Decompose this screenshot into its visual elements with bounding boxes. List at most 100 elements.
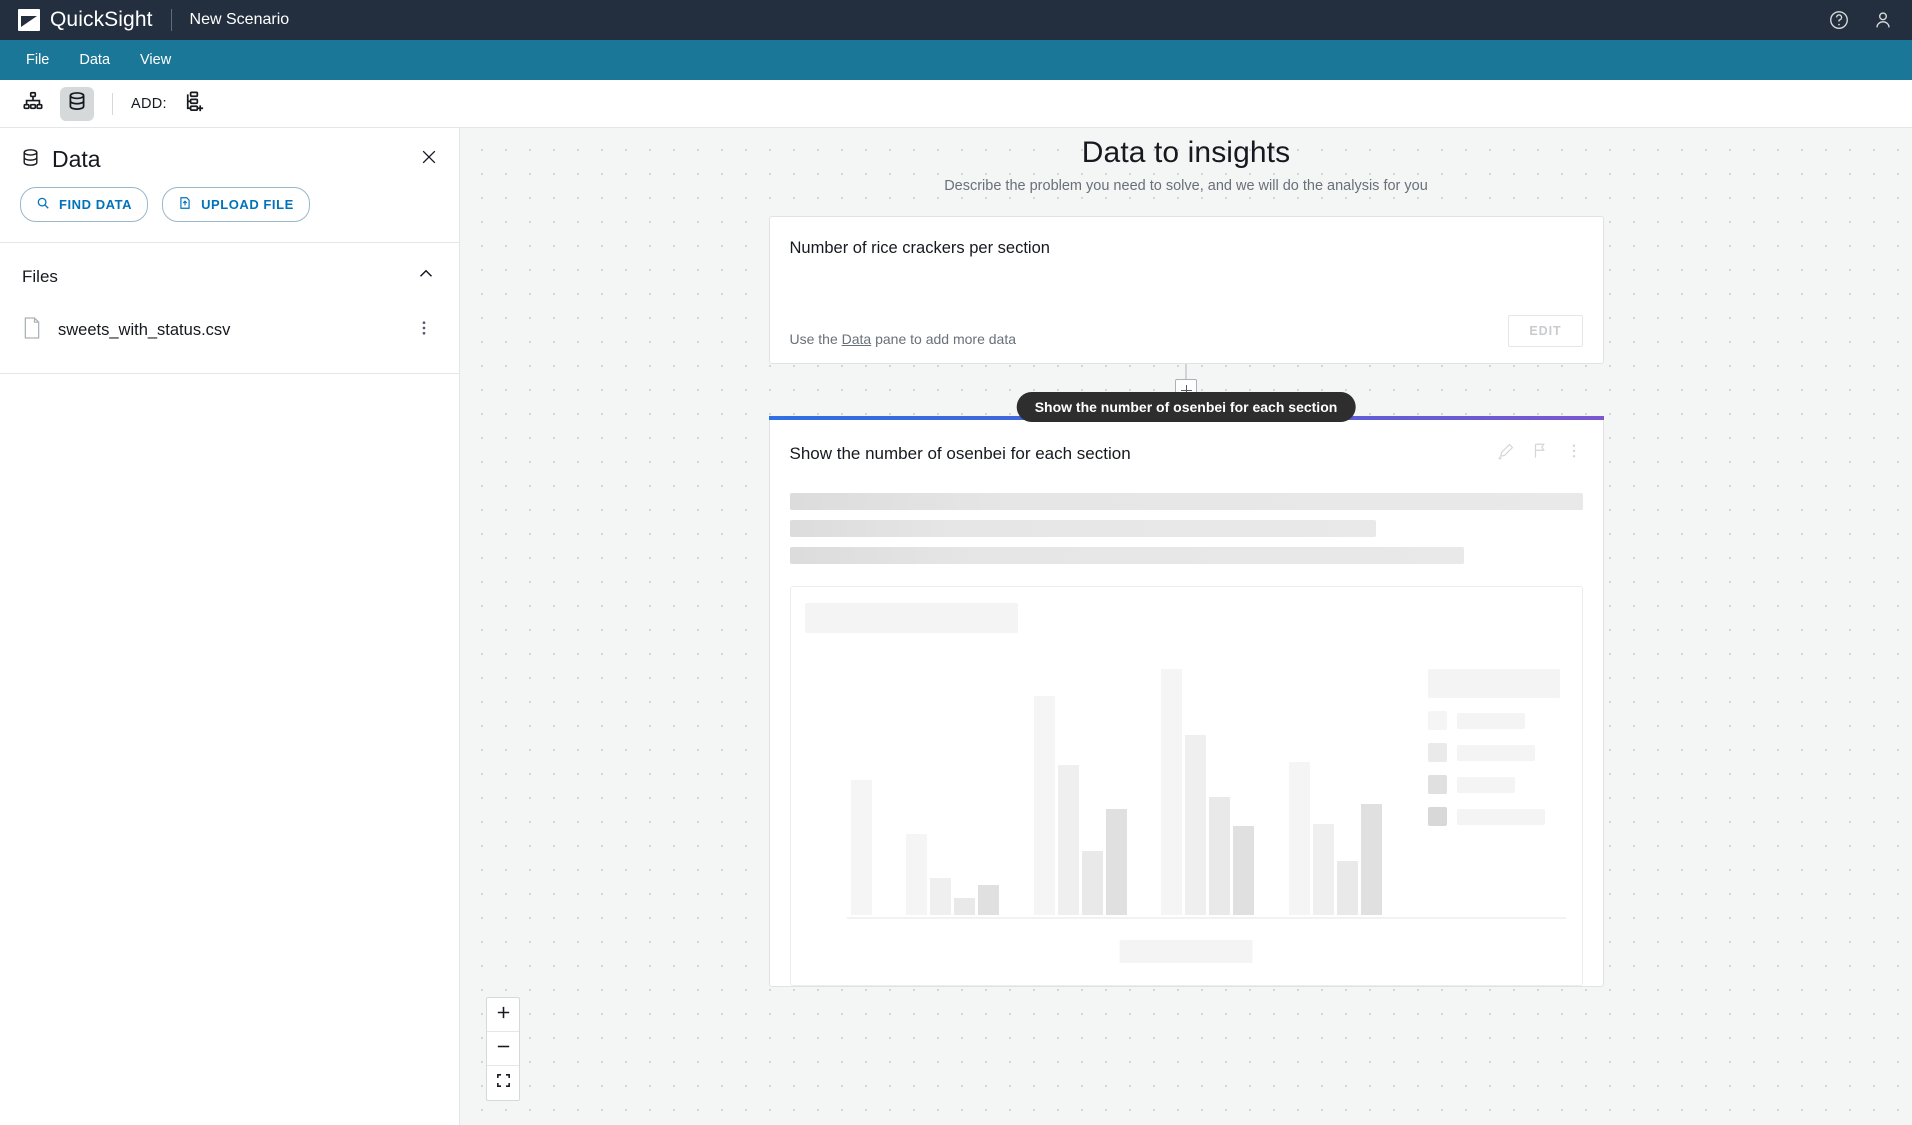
- upload-file-icon: [178, 195, 192, 214]
- bar: [1105, 809, 1127, 915]
- data-source-hint: Use the Data pane to add more data: [790, 331, 1017, 347]
- legend-item: [1427, 775, 1560, 794]
- help-circle-icon[interactable]: [1828, 9, 1850, 31]
- bar: [1185, 735, 1206, 915]
- flag-icon[interactable]: [1531, 442, 1549, 465]
- files-section-label: Files: [22, 266, 58, 286]
- data-panel-title: Data: [52, 146, 101, 172]
- bar: [978, 885, 999, 915]
- chart-skeleton: [789, 586, 1583, 986]
- expand-icon: [495, 1072, 512, 1094]
- legend-label-placeholder: [1456, 808, 1545, 825]
- toolbar-divider: [112, 92, 113, 115]
- data-panel-header: Data: [0, 128, 459, 179]
- legend-title-placeholder: [1427, 669, 1560, 698]
- upload-file-button[interactable]: UPLOAD FILE: [162, 187, 310, 222]
- bar-group: [1288, 669, 1382, 915]
- bar-group: [1033, 669, 1127, 915]
- legend-item: [1427, 807, 1560, 826]
- bar: [1057, 764, 1079, 915]
- legend-swatch: [1427, 743, 1447, 762]
- bar: [1081, 851, 1103, 915]
- analysis-card[interactable]: Show the number of osenbei for each sect…: [768, 416, 1604, 987]
- chevron-up-icon[interactable]: [415, 263, 437, 290]
- menu-item-data[interactable]: Data: [67, 45, 122, 75]
- database-icon: [20, 147, 41, 173]
- analysis-card-title: Show the number of osenbei for each sect…: [789, 443, 1131, 463]
- bar: [1033, 696, 1055, 915]
- zoom-out-button[interactable]: [487, 1032, 519, 1066]
- toolbar: ADD:: [0, 80, 1912, 128]
- more-vertical-icon[interactable]: [1565, 442, 1583, 465]
- zoom-controls: [486, 997, 520, 1101]
- chart-axis-line: [846, 917, 1566, 919]
- quicksight-logo-icon: [18, 9, 40, 31]
- data-pane-link[interactable]: Data: [842, 331, 872, 347]
- minus-icon: [495, 1038, 512, 1060]
- close-icon[interactable]: [419, 147, 439, 172]
- connector-tooltip: Show the number of osenbei for each sect…: [1016, 392, 1356, 422]
- skeleton-line: [789, 493, 1583, 510]
- legend-swatch: [1427, 775, 1447, 794]
- find-data-button[interactable]: FIND DATA: [20, 187, 149, 222]
- bar: [1336, 860, 1358, 915]
- hierarchy-view-button[interactable]: [16, 87, 50, 121]
- fit-to-screen-button[interactable]: [487, 1066, 519, 1100]
- upload-file-label: UPLOAD FILE: [201, 197, 294, 212]
- legend-label-placeholder: [1456, 776, 1515, 793]
- loading-text-skeleton: [789, 493, 1583, 564]
- bar: [1360, 804, 1382, 915]
- skeleton-line: [789, 520, 1377, 537]
- add-node-icon: [182, 90, 205, 118]
- scenario-title: New Scenario: [189, 11, 290, 28]
- zoom-in-button[interactable]: [487, 998, 519, 1032]
- add-node-button[interactable]: [177, 87, 211, 121]
- bar: [930, 878, 951, 915]
- legend-swatch: [1427, 711, 1447, 730]
- user-account-icon[interactable]: [1872, 9, 1894, 31]
- find-data-label: FIND DATA: [59, 197, 133, 212]
- data-source-title: Number of rice crackers per section: [789, 239, 1050, 257]
- hint-suffix: pane to add more data: [871, 331, 1016, 347]
- edit-button[interactable]: EDIT: [1508, 315, 1583, 347]
- brand[interactable]: QuickSight: [18, 8, 153, 32]
- sidebar-bottom-divider: [0, 373, 459, 374]
- dataset-view-button[interactable]: [60, 86, 94, 121]
- database-icon: [66, 90, 88, 117]
- node-stack: Number of rice crackers per section Use …: [460, 216, 1912, 987]
- chart-legend-placeholder: [1427, 669, 1560, 826]
- file-icon: [22, 316, 42, 345]
- top-bar: QuickSight New Scenario: [0, 0, 1912, 40]
- menu-item-file[interactable]: File: [14, 45, 61, 75]
- bar: [1209, 796, 1230, 915]
- list-item[interactable]: sweets_with_status.csv: [0, 308, 459, 353]
- edit-pencil-add-icon[interactable]: [1497, 442, 1515, 465]
- menu-item-view[interactable]: View: [128, 45, 183, 75]
- chart-title-placeholder: [804, 603, 1018, 633]
- legend-label-placeholder: [1456, 744, 1535, 761]
- data-source-card[interactable]: Number of rice crackers per section Use …: [768, 216, 1604, 364]
- bar-group: [850, 669, 872, 915]
- page-subtitle: Describe the problem you need to solve, …: [944, 178, 1428, 194]
- bar-group: [1161, 669, 1254, 915]
- add-label: ADD:: [131, 95, 167, 112]
- more-vertical-icon[interactable]: [411, 319, 437, 342]
- skeleton-line: [789, 547, 1464, 564]
- main-body: Data FIND DATA UPLOAD FILE Files sweets_…: [0, 128, 1912, 1125]
- data-source-footer: Use the Data pane to add more data EDIT: [790, 315, 1583, 363]
- analysis-card-header: Show the number of osenbei for each sect…: [790, 416, 1583, 469]
- legend-item: [1427, 711, 1560, 730]
- bar: [1288, 762, 1310, 915]
- plus-icon: [495, 1004, 512, 1026]
- bar: [850, 779, 872, 915]
- node-connector: Show the number of osenbei for each sect…: [769, 364, 1604, 422]
- topbar-divider: [170, 9, 172, 31]
- scenario-canvas[interactable]: Data to insights Describe the problem yo…: [460, 128, 1912, 1125]
- bar: [1233, 826, 1254, 915]
- chart-plot-area: [850, 669, 1382, 915]
- analysis-card-actions: [1497, 442, 1583, 465]
- chart-xaxis-label-placeholder: [1119, 940, 1253, 963]
- legend-swatch: [1427, 807, 1447, 826]
- sidebar-section-files[interactable]: Files: [0, 243, 459, 308]
- legend-label-placeholder: [1456, 712, 1525, 729]
